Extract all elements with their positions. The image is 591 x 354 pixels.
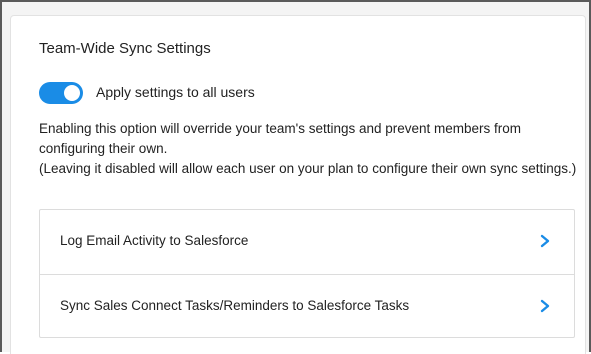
section-title: Team-Wide Sync Settings bbox=[39, 40, 211, 57]
list-item-label: Sync Sales Connect Tasks/Reminders to Sa… bbox=[60, 298, 410, 313]
description-line: configuring their own. bbox=[39, 141, 168, 156]
sync-options-list: Log Email Activity to Salesforce Sync Sa… bbox=[39, 209, 575, 338]
chevron-right-icon bbox=[540, 299, 550, 313]
chevron-right-icon bbox=[540, 234, 550, 248]
toggle-label: Apply settings to all users bbox=[96, 84, 255, 100]
list-item-log-email-activity[interactable]: Log Email Activity to Salesforce bbox=[40, 210, 574, 274]
description-line: Enabling this option will override your … bbox=[39, 121, 522, 136]
list-item-sync-tasks[interactable]: Sync Sales Connect Tasks/Reminders to Sa… bbox=[40, 274, 574, 338]
description-line: (Leaving it disabled will allow each use… bbox=[39, 161, 577, 176]
settings-card: Team-Wide Sync Settings Apply settings t… bbox=[10, 15, 586, 354]
apply-to-all-toggle[interactable] bbox=[39, 82, 83, 104]
list-item-label: Log Email Activity to Salesforce bbox=[60, 233, 249, 248]
window-frame: Team-Wide Sync Settings Apply settings t… bbox=[0, 0, 591, 354]
toggle-knob bbox=[64, 85, 80, 101]
description-text: Enabling this option will override your … bbox=[39, 119, 584, 179]
